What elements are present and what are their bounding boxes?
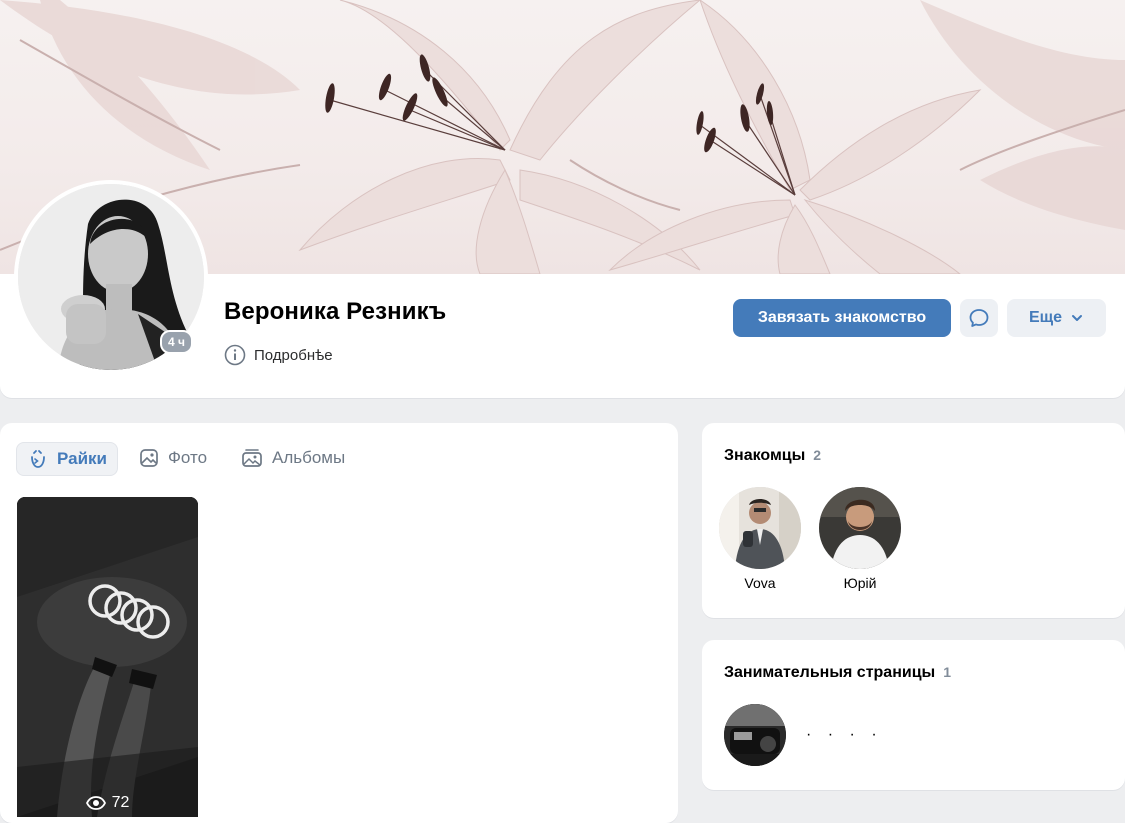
friend-name: Vova: [744, 575, 776, 591]
content-card: Райки Фото Альбомы 72: [0, 423, 678, 823]
eye-icon: [85, 796, 106, 810]
tab-albums-label: Альбомы: [272, 448, 346, 467]
clips-icon: [31, 450, 45, 468]
tab-photos[interactable]: Фото: [128, 442, 217, 474]
tab-albums[interactable]: Альбомы: [230, 442, 355, 474]
clip-views: 72: [17, 789, 198, 817]
clip-tile[interactable]: 72: [17, 497, 198, 817]
friends-title[interactable]: Знакомцы 2: [724, 447, 821, 465]
pages-count: 1: [943, 664, 951, 680]
friend-avatar: [719, 487, 801, 569]
more-button[interactable]: Еще: [1007, 299, 1106, 337]
tab-photos-label: Фото: [168, 448, 208, 467]
friend-item[interactable]: Vova: [718, 487, 802, 591]
friends-card: Знакомцы 2 Vova Юрій: [702, 423, 1125, 618]
profile-name: Вероника Резникъ: [224, 298, 447, 325]
page-avatar: [724, 704, 786, 766]
clip-thumbnail: [17, 497, 198, 817]
friend-avatar: [819, 487, 901, 569]
tab-clips-label: Райки: [57, 449, 107, 468]
message-button[interactable]: [960, 299, 998, 337]
chevron-down-icon: [1072, 315, 1083, 321]
pages-title[interactable]: Занимательныя страницы 1: [724, 664, 951, 682]
page-name: · · · ·: [806, 726, 883, 743]
photo-icon: [140, 449, 158, 467]
albums-icon: [242, 449, 262, 467]
more-button-label: Еще: [1028, 309, 1063, 326]
interesting-pages-card: Занимательныя страницы 1 · · · ·: [702, 640, 1125, 790]
pages-title-label: Занимательныя страницы: [724, 664, 936, 681]
profile-details-label: Подробнѣе: [254, 346, 333, 364]
profile-header-card: 4 ч Вероника Резникъ Подробнѣе Завязать …: [0, 0, 1125, 398]
clip-views-count: 72: [111, 794, 130, 811]
message-icon: [969, 309, 989, 327]
friends-title-label: Знакомцы: [724, 447, 806, 464]
add-friend-button[interactable]: Завязать знакомство: [733, 299, 951, 337]
tab-clips[interactable]: Райки: [16, 442, 118, 476]
online-time-badge: 4 ч: [160, 330, 193, 354]
info-icon: [224, 344, 246, 366]
friend-name: Юрій: [843, 575, 877, 591]
friend-item[interactable]: Юрій: [818, 487, 902, 591]
friends-count: 2: [813, 447, 822, 463]
profile-details-link[interactable]: Подробнѣе: [224, 344, 333, 366]
page-item[interactable]: · · · ·: [724, 704, 883, 766]
